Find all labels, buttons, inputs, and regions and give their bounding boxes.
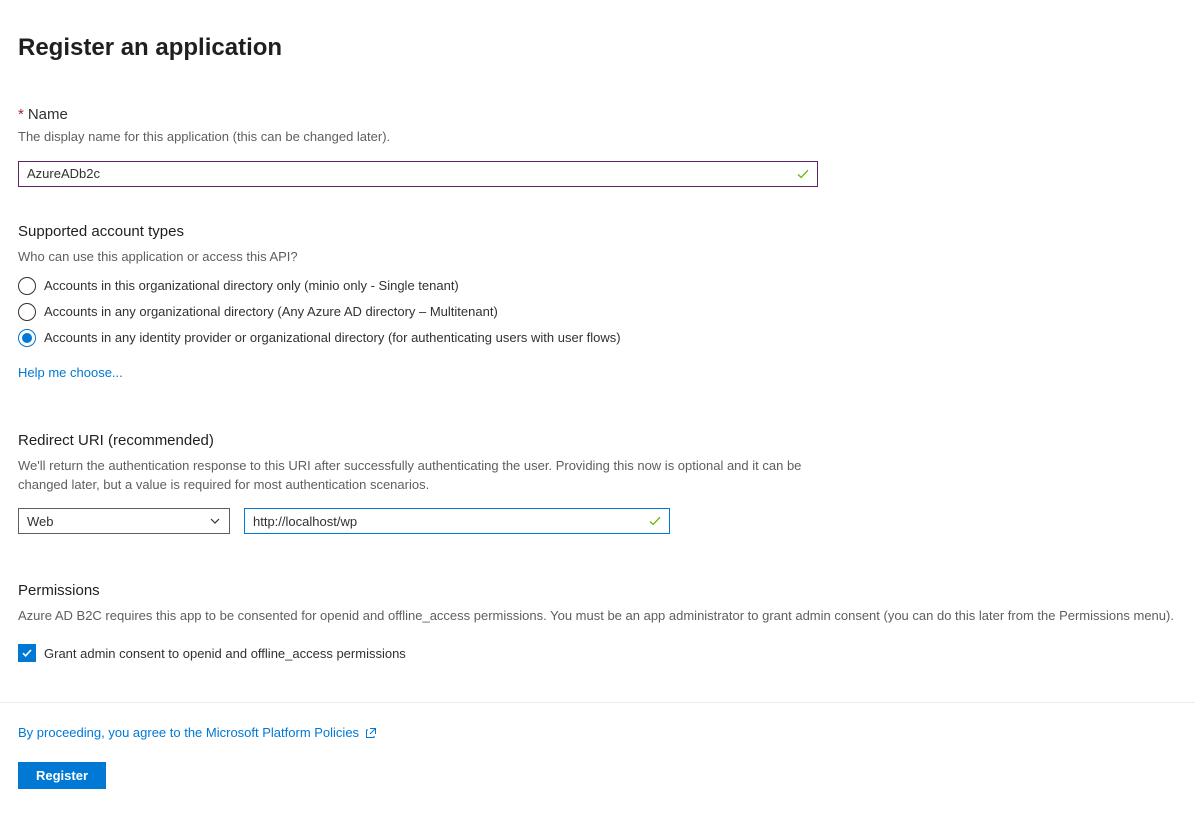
- name-desc: The display name for this application (t…: [18, 128, 1177, 147]
- radio-single-tenant[interactable]: Accounts in this organizational director…: [18, 277, 1177, 295]
- platform-select[interactable]: Web: [18, 508, 230, 534]
- radio-icon: [18, 277, 36, 295]
- radio-label: Accounts in any organizational directory…: [44, 304, 498, 319]
- radio-icon: [18, 303, 36, 321]
- name-input[interactable]: [18, 161, 818, 187]
- redirect-uri-input[interactable]: [244, 508, 670, 534]
- account-types-heading: Supported account types: [18, 223, 1177, 240]
- platform-policies-link[interactable]: By proceeding, you agree to the Microsof…: [18, 725, 377, 740]
- radio-label: Accounts in this organizational director…: [44, 278, 459, 293]
- permissions-desc: Azure AD B2C requires this app to be con…: [18, 607, 1177, 626]
- external-link-icon: [365, 727, 377, 739]
- account-types-desc: Who can use this application or access t…: [18, 248, 1177, 267]
- checkbox-label: Grant admin consent to openid and offlin…: [44, 646, 406, 661]
- radio-multitenant[interactable]: Accounts in any organizational directory…: [18, 303, 1177, 321]
- account-types-radio-group: Accounts in this organizational director…: [18, 277, 1177, 347]
- grant-consent-checkbox[interactable]: Grant admin consent to openid and offlin…: [18, 644, 1177, 662]
- register-button[interactable]: Register: [18, 762, 106, 789]
- radio-any-identity-provider[interactable]: Accounts in any identity provider or org…: [18, 329, 1177, 347]
- help-me-choose-link[interactable]: Help me choose...: [18, 365, 123, 380]
- radio-icon: [18, 329, 36, 347]
- permissions-heading: Permissions: [18, 582, 1177, 599]
- checkbox-icon: [18, 644, 36, 662]
- name-label: *Name: [18, 106, 1177, 123]
- platform-value: Web: [27, 514, 54, 529]
- radio-label: Accounts in any identity provider or org…: [44, 330, 621, 345]
- chevron-down-icon: [209, 515, 221, 527]
- redirect-uri-heading: Redirect URI (recommended): [18, 432, 1177, 449]
- redirect-uri-desc: We'll return the authentication response…: [18, 457, 818, 495]
- page-title: Register an application: [18, 34, 1177, 62]
- required-asterisk: *: [18, 106, 24, 123]
